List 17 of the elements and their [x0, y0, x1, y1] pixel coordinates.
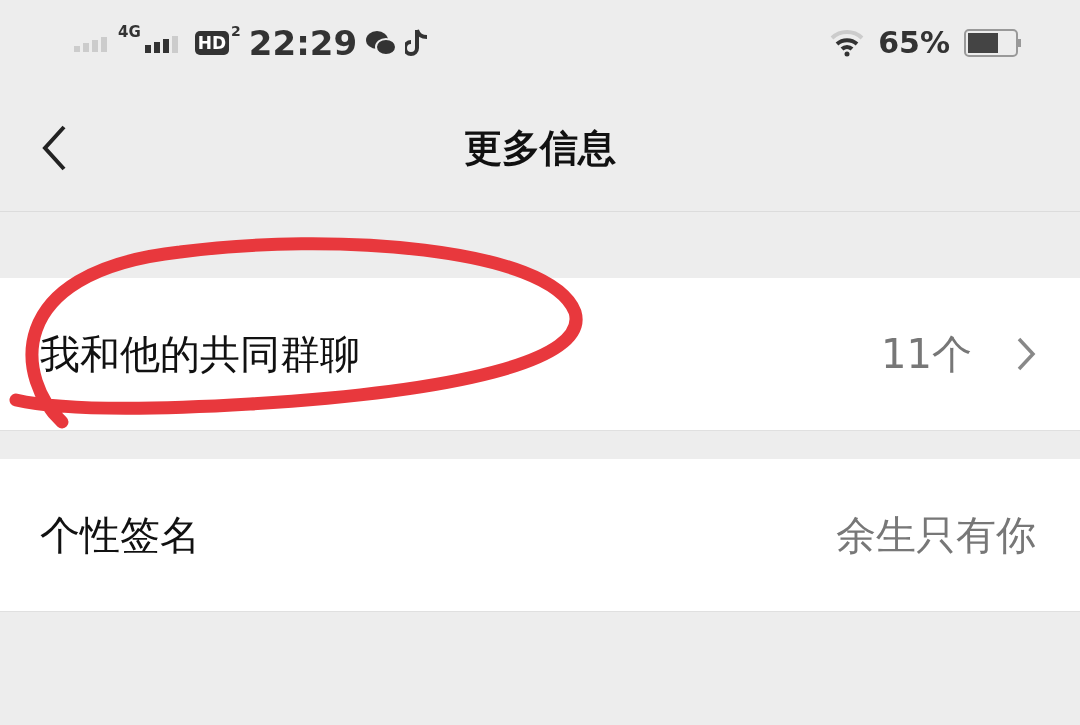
network-label: 4G	[118, 22, 141, 41]
chevron-right-icon	[1016, 336, 1036, 372]
settings-row[interactable]: 个性签名 余生只有你	[0, 459, 1080, 612]
settings-row[interactable]: 我和他的共同群聊 11个	[0, 278, 1080, 431]
row-value: 11个	[881, 329, 972, 379]
hd-badge: HD	[194, 30, 230, 55]
battery-percent: 65%	[878, 25, 950, 60]
page-title: 更多信息	[464, 124, 616, 172]
row-label: 个性签名	[40, 510, 201, 560]
row-value: 余生只有你	[836, 510, 1036, 560]
row-label: 我和他的共同群聊	[40, 329, 361, 379]
hd-index: 2	[231, 22, 241, 39]
wifi-icon	[830, 28, 865, 57]
clock-time: 22:29	[248, 22, 358, 63]
chevron-left-icon	[40, 124, 68, 172]
chat-bubbles-icon	[365, 28, 398, 57]
battery-icon	[964, 28, 1022, 57]
